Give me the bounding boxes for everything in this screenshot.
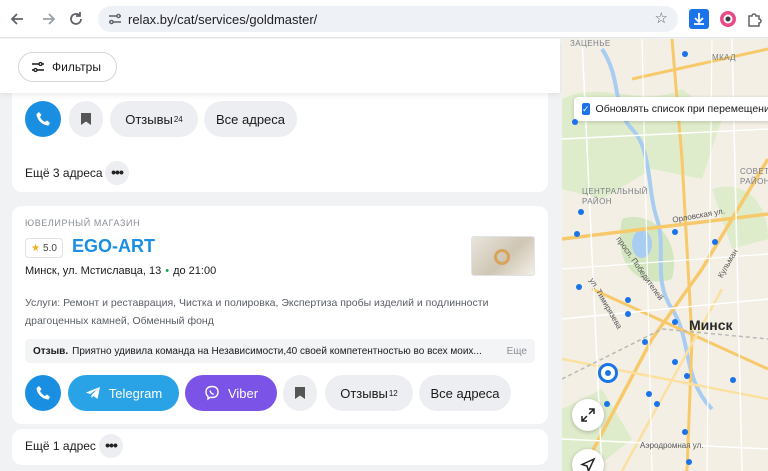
update-on-move-toggle[interactable]: ✓ Обновлять список при перемещении (574, 97, 768, 121)
puzzle-icon[interactable] (744, 9, 764, 29)
update-on-move-label: Обновлять список при перемещении (595, 103, 768, 115)
listing-card: Ювелирный магазин ★ 5.0 EGO-ART Минск, у… (12, 206, 548, 424)
star-icon: ★ (31, 242, 41, 254)
more-dots-button[interactable]: ••• (105, 161, 129, 185)
filter-bar: Фильтры (0, 39, 560, 93)
current-location-marker (598, 363, 618, 383)
extension-icon[interactable] (718, 9, 738, 29)
map-marker[interactable] (730, 377, 736, 383)
reviews-count: 24 (173, 114, 183, 124)
navigation-arrow-icon (580, 457, 596, 471)
map-marker[interactable] (572, 119, 578, 125)
reviews-button[interactable]: Отзывы 24 (110, 101, 198, 137)
more-addresses-text: Ещё 1 адрес (25, 439, 96, 453)
services-text: Услуги: Ремонт и реставрация, Чистка и п… (25, 297, 489, 327)
address-text: Минск, ул. Мстиславца, 13 (25, 265, 162, 277)
map-marker[interactable] (672, 359, 678, 365)
opening-hours: до 21:00 (173, 265, 217, 277)
telegram-icon (85, 387, 100, 399)
bookmark-icon (81, 113, 91, 125)
review-label: Отзыв. (33, 345, 69, 357)
map-marker[interactable] (642, 339, 648, 345)
forward-icon[interactable] (38, 9, 58, 29)
phone-icon (36, 112, 50, 126)
reload-icon[interactable] (66, 9, 86, 29)
site-settings-icon[interactable] (106, 10, 124, 28)
reviews-button[interactable]: Отзывы 12 (325, 375, 413, 411)
browser-toolbar: relax.by/cat/services/goldmaster/ ☆ (0, 0, 768, 38)
reviews-label: Отзывы (125, 111, 173, 127)
all-addresses-label: Все адреса (215, 111, 286, 127)
review-more-link[interactable]: Еще (507, 346, 527, 357)
all-addresses-label: Все адреса (430, 385, 500, 401)
business-name-link[interactable]: EGO-ART (72, 236, 155, 257)
map-label-mkad: МКАД (712, 53, 736, 62)
map-marker[interactable] (686, 459, 692, 465)
rating-value: 5.0 (43, 242, 57, 254)
map-marker[interactable] (682, 429, 688, 435)
filters-label: Фильтры (52, 60, 101, 74)
open-status-dot: • (165, 265, 170, 277)
review-snippet[interactable]: Отзыв. Приятно удивила команда на Незави… (25, 339, 535, 363)
map-marker[interactable] (604, 401, 610, 407)
map-marker[interactable] (682, 51, 688, 57)
map-marker[interactable] (625, 311, 631, 317)
map-marker[interactable] (578, 209, 584, 215)
telegram-button[interactable]: Telegram (68, 375, 179, 411)
phone-icon (36, 386, 50, 400)
bookmark-button[interactable] (69, 101, 103, 137)
download-icon[interactable] (689, 9, 709, 29)
call-button[interactable] (25, 101, 61, 137)
business-photo[interactable] (471, 236, 535, 276)
reviews-label: Отзывы (340, 385, 388, 401)
map-marker[interactable] (684, 373, 690, 379)
map-marker[interactable] (672, 319, 678, 325)
rating-badge: ★ 5.0 (25, 238, 63, 258)
map-label-sovetsky: Совет... район (740, 167, 768, 186)
telegram-label: Telegram (108, 385, 163, 401)
all-addresses-button[interactable]: Все адреса (419, 375, 511, 411)
map-marker[interactable] (672, 229, 678, 235)
bookmark-icon (295, 387, 305, 399)
url-text: relax.by/cat/services/goldmaster/ (128, 12, 318, 27)
call-button[interactable] (25, 375, 61, 411)
viber-button[interactable]: Viber (185, 375, 277, 411)
reviews-count: 12 (388, 388, 398, 398)
more-addresses-row: Ещё 1 адрес ••• (12, 429, 548, 465)
all-addresses-button[interactable]: Все адреса (204, 101, 297, 137)
viber-label: Viber (227, 385, 259, 401)
map-label-zatsen: Заценье (570, 39, 611, 48)
back-icon[interactable] (8, 9, 28, 29)
filters-button[interactable]: Фильтры (18, 52, 117, 82)
map-marker[interactable] (625, 297, 631, 303)
business-address: Минск, ул. Мстиславца, 13 • до 21:00 (25, 265, 216, 277)
map-marker[interactable] (576, 284, 582, 290)
review-text: Приятно удивила команда на Независимости… (72, 345, 482, 357)
map-marker[interactable] (712, 239, 718, 245)
more-dots-button[interactable]: ••• (99, 434, 123, 458)
bookmark-star-icon[interactable]: ☆ (655, 9, 668, 27)
fullscreen-button[interactable] (572, 399, 604, 431)
map-city-label: Минск (689, 317, 733, 333)
listing-panel: Фильтры Отзывы 24 Все адреса Ещё 3 адреса… (0, 39, 562, 471)
map-label-central-district: Центральный район (582, 187, 648, 206)
map-marker[interactable] (646, 391, 652, 397)
more-addresses-text: Ещё 3 адреса (25, 166, 103, 180)
map-street-aerodromnaya: Аэродромная ул. (640, 441, 704, 450)
filters-icon (32, 61, 44, 73)
map-panel[interactable]: Заценье МКАД Центральный район Совет... … (562, 39, 768, 471)
map-marker[interactable] (654, 401, 660, 407)
expand-icon (581, 408, 595, 422)
bookmark-button[interactable] (283, 375, 317, 411)
more-addresses-row: Ещё 3 адреса ••• (12, 156, 548, 192)
viber-icon (205, 385, 219, 401)
checkbox-checked-icon[interactable]: ✓ (582, 103, 590, 115)
address-bar[interactable]: relax.by/cat/services/goldmaster/ ☆ (98, 6, 678, 32)
map-marker[interactable] (574, 231, 580, 237)
business-category: Ювелирный магазин (25, 218, 141, 228)
